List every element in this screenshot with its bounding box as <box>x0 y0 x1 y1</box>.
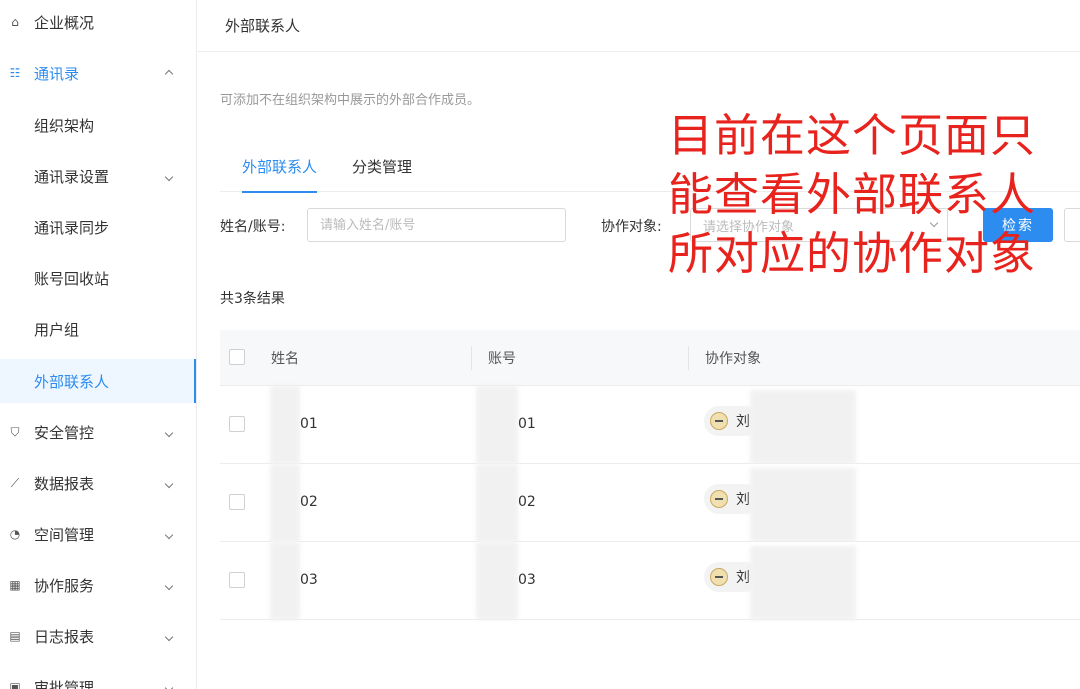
shield-icon: ⛉ <box>10 424 20 439</box>
cell-account: 03 <box>518 572 536 588</box>
chevron-up-icon <box>164 67 174 80</box>
tab-category-management[interactable]: 分类管理 <box>352 156 412 191</box>
sidebar-item-account-recycle[interactable]: 账号回收站 <box>0 256 196 300</box>
sidebar-item-label: 组织架构 <box>34 116 95 135</box>
redacted-area <box>476 386 518 464</box>
page-title: 外部联系人 <box>225 17 301 35</box>
partner-name: 刘 <box>736 492 750 508</box>
annotation-overlay: 目前在这个页面只 能查看外部联系人 所对应的协作对象 <box>632 106 1072 283</box>
grid-icon: ▦ <box>9 578 21 592</box>
annotation-line: 所对应的协作对象 <box>667 227 1036 280</box>
sidebar-item-data-reports[interactable]: ⟋ 数据报表 <box>0 461 196 505</box>
sidebar-item-collaboration[interactable]: ▦ 协作服务 <box>0 563 196 607</box>
tab-external-contacts[interactable]: 外部联系人 <box>242 156 318 193</box>
result-count: 共3条结果 <box>220 291 285 307</box>
name-search-input[interactable] <box>307 208 566 242</box>
sidebar-item-contacts[interactable]: ☷ 通讯录 <box>0 51 196 95</box>
pie-icon: ◔ <box>9 527 21 541</box>
approval-icon: ▣ <box>9 680 21 689</box>
column-header-account: 账号 <box>488 351 516 367</box>
cell-name: 02 <box>300 494 318 510</box>
redacted-area <box>270 542 300 620</box>
sidebar-item-contacts-sync[interactable]: 通讯录同步 <box>0 205 196 249</box>
column-header-partner: 协作对象 <box>705 351 761 367</box>
sidebar-item-org-structure[interactable]: 组织架构 <box>0 103 196 147</box>
select-all-checkbox[interactable] <box>229 349 245 365</box>
annotation-line: 目前在这个页面只 <box>667 109 1036 162</box>
cell-name: 03 <box>300 572 318 588</box>
avatar <box>710 568 728 586</box>
table-row[interactable]: 02 02 刘 <box>220 464 1080 542</box>
sidebar-item-label: 空间管理 <box>34 525 95 544</box>
sidebar-item-label: 通讯录 <box>34 64 80 83</box>
sidebar-item-label: 协作服务 <box>34 576 95 595</box>
table-header: 姓名 账号 协作对象 <box>220 330 1080 386</box>
row-checkbox[interactable] <box>229 416 245 432</box>
redacted-area <box>270 386 300 464</box>
annotation-line: 能查看外部联系人 <box>667 168 1036 221</box>
redacted-area <box>750 390 856 464</box>
table-row[interactable]: 03 03 刘 <box>220 542 1080 620</box>
cell-account: 01 <box>518 416 536 432</box>
redacted-area <box>270 464 300 542</box>
sidebar-item-label: 企业概况 <box>34 13 95 32</box>
sidebar-item-security[interactable]: ⛉ 安全管控 <box>0 410 196 454</box>
sidebar-item-label: 通讯录设置 <box>34 167 110 186</box>
row-checkbox[interactable] <box>229 572 245 588</box>
sidebar-item-label: 通讯录同步 <box>34 218 110 237</box>
avatar <box>710 412 728 430</box>
row-checkbox[interactable] <box>229 494 245 510</box>
sidebar-item-label: 日志报表 <box>34 627 95 646</box>
contacts-icon: ☷ <box>9 66 21 80</box>
sidebar-item-label: 安全管控 <box>34 423 95 442</box>
document-icon: ▤ <box>9 629 21 643</box>
partner-name: 刘 <box>736 414 750 430</box>
chevron-down-icon <box>164 630 174 643</box>
chevron-down-icon <box>164 579 174 592</box>
name-filter-label: 姓名/账号: <box>220 219 286 235</box>
sidebar-item-space-management[interactable]: ◔ 空间管理 <box>0 512 196 556</box>
sidebar-item-overview[interactable]: ⌂ 企业概况 <box>0 0 196 44</box>
sidebar-item-approval[interactable]: ▣ 审批管理 <box>0 665 196 689</box>
sidebar-item-external-contacts[interactable]: 外部联系人 <box>0 359 196 403</box>
chart-icon: ⟋ <box>10 475 20 490</box>
avatar <box>710 490 728 508</box>
chevron-down-icon <box>164 426 174 439</box>
sidebar-item-user-groups[interactable]: 用户组 <box>0 307 196 351</box>
sidebar-item-label: 账号回收站 <box>34 269 110 288</box>
chevron-down-icon <box>164 477 174 490</box>
partner-name: 刘 <box>736 570 750 586</box>
column-divider <box>688 346 689 370</box>
redacted-area <box>750 546 856 620</box>
chevron-down-icon <box>164 170 174 183</box>
sidebar-item-label: 外部联系人 <box>34 372 110 391</box>
page-header: 外部联系人 <box>198 0 1080 52</box>
chevron-down-icon <box>164 528 174 541</box>
sidebar-item-label: 审批管理 <box>34 678 95 689</box>
home-icon: ⌂ <box>11 15 19 29</box>
column-header-name: 姓名 <box>271 351 299 367</box>
sidebar-item-label: 数据报表 <box>34 474 95 493</box>
redacted-area <box>476 464 518 542</box>
page-description: 可添加不在组织架构中展示的外部合作成员。 <box>220 93 481 108</box>
redacted-area <box>750 468 856 542</box>
sidebar-item-label: 用户组 <box>34 320 80 339</box>
table-row[interactable]: 01 01 刘 <box>220 386 1080 464</box>
sidebar-item-log-reports[interactable]: ▤ 日志报表 <box>0 614 196 658</box>
sidebar-item-contacts-settings[interactable]: 通讯录设置 <box>0 154 196 198</box>
column-divider <box>471 346 472 370</box>
chevron-down-icon <box>164 681 174 689</box>
cell-account: 02 <box>518 494 536 510</box>
sidebar: ⌂ 企业概况 ☷ 通讯录 组织架构 通讯录设置 通讯录同步 账号回收站 用户组 … <box>0 0 197 689</box>
redacted-area <box>476 542 518 620</box>
cell-name: 01 <box>300 416 318 432</box>
